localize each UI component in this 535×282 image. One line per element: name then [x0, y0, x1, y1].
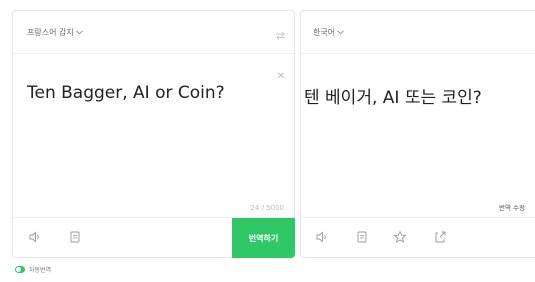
character-counter: 24 / 5000 [250, 204, 284, 212]
translate-button[interactable]: 번역하기 [232, 218, 295, 258]
source-language-label: 프랑스어 감지 [27, 28, 74, 37]
speaker-icon[interactable] [28, 230, 42, 244]
speaker-icon[interactable] [315, 230, 329, 244]
auto-translate-label: 자동번역 [29, 267, 52, 274]
target-language-select[interactable]: 한국어 [313, 27, 344, 38]
chevron-down-icon [75, 28, 83, 37]
source-panel: 프랑스어 감지 Ten Bagger, AI or Coin? ✕ 24 / 5… [12, 10, 295, 258]
source-text-input[interactable]: Ten Bagger, AI or Coin? [27, 83, 225, 103]
edit-translation-link[interactable]: 번역 수정 [499, 202, 525, 212]
translated-text: 텐 베이거, AI 또는 코인? [304, 88, 482, 108]
target-panel: 한국어 텐 베이거, AI 또는 코인? 번역 수정 [300, 10, 535, 258]
auto-translate-toggle[interactable] [15, 266, 25, 273]
chevron-down-icon [337, 28, 344, 37]
footer-divider [301, 217, 535, 218]
auto-translate-toggle-wrap: 자동번역 [15, 265, 51, 274]
header-divider [13, 53, 294, 54]
share-icon[interactable] [433, 230, 447, 244]
swap-languages-icon[interactable] [275, 25, 286, 44]
copy-icon[interactable] [355, 230, 369, 244]
target-language-label: 한국어 [313, 28, 336, 37]
header-divider [301, 53, 535, 54]
source-language-select[interactable]: 프랑스어 감지 [27, 27, 83, 38]
star-icon[interactable] [393, 230, 407, 244]
copy-icon[interactable] [68, 230, 82, 244]
clear-icon[interactable]: ✕ [277, 71, 285, 82]
